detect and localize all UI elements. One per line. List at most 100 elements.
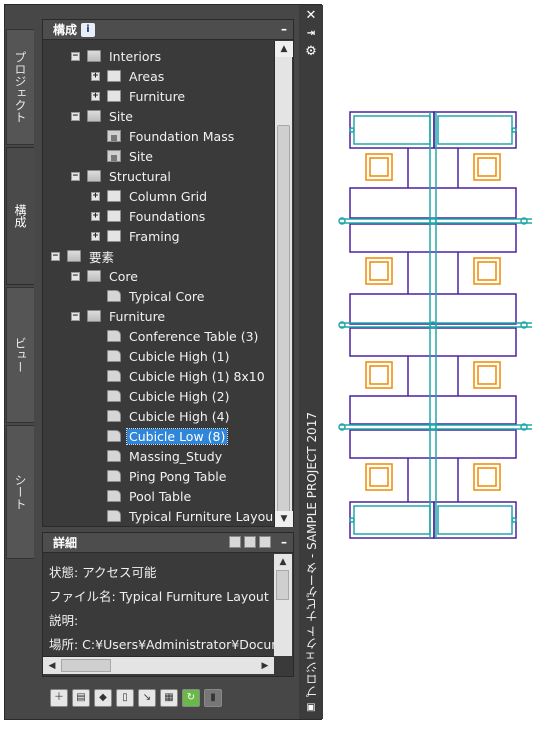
tab-views[interactable]: ビュー (6, 287, 34, 423)
folder-icon (107, 90, 121, 102)
tree-item-label: Foundations (129, 208, 206, 224)
tree-item-label: Cubicle High (1) 8x10 (129, 368, 265, 384)
detail-description: 説明: (49, 613, 79, 628)
scroll-thumb[interactable] (277, 125, 290, 515)
menu-icon[interactable]: ▣ (304, 701, 318, 715)
folder-open-icon (87, 310, 101, 322)
expand-icon[interactable]: + (91, 191, 100, 201)
tree-item[interactable]: + Furniture (91, 87, 187, 105)
element-icon (107, 490, 121, 502)
minimize-icon[interactable]: – (281, 22, 287, 36)
close-drawing-icon[interactable]: ▮ (204, 689, 222, 707)
detail-filename: ファイル名: Typical Furniture Layout (49, 589, 269, 604)
tree-item-label: Cubicle High (4) (129, 408, 230, 424)
tree-item[interactable]: − Site (71, 107, 135, 125)
tree-item[interactable]: Conference Table (3) (91, 327, 260, 345)
tree-item-label: Site (129, 148, 153, 164)
repath-icon[interactable]: ↘ (138, 689, 156, 707)
scroll-thumb[interactable] (276, 570, 289, 600)
scroll-up-icon[interactable]: ▲ (275, 554, 291, 570)
tab-project[interactable]: プロジェクト (6, 29, 34, 145)
tree-item[interactable]: − Furniture (71, 307, 167, 325)
tree-item[interactable]: Pool Table (91, 487, 193, 505)
scroll-thumb[interactable] (61, 659, 111, 672)
preview-icon[interactable] (229, 536, 241, 548)
info-icon[interactable]: i (81, 22, 96, 37)
tree-item[interactable]: + Column Grid (91, 187, 209, 205)
tree-item-label: Furniture (129, 88, 186, 104)
details-view-icon[interactable] (244, 536, 256, 548)
properties-icon[interactable]: ▦ (160, 689, 178, 707)
tab-constructs[interactable]: 構成 (6, 147, 34, 285)
expand-icon[interactable]: + (91, 91, 100, 101)
title-strip: ✕ ⇥ ⚙ プロジェクト ナビゲータ - SAMPLE PROJECT 2017… (299, 5, 323, 719)
tree-item[interactable]: Cubicle High (1) (91, 347, 231, 365)
tree-item[interactable]: Cubicle High (1) 8x10 (91, 367, 267, 385)
tab-sheets[interactable]: シート (6, 425, 34, 559)
construct-icon (107, 130, 121, 142)
scroll-right-icon[interactable]: ▶ (257, 658, 273, 674)
folder-open-icon (67, 250, 81, 262)
tree-item[interactable]: + Framing (91, 227, 182, 245)
element-icon (107, 370, 121, 382)
tree-item[interactable]: Typical Core (91, 287, 206, 305)
expand-icon[interactable]: + (91, 71, 100, 81)
minimize-icon[interactable]: – (281, 535, 287, 549)
scroll-down-icon[interactable]: ▼ (275, 511, 293, 527)
bottom-toolbar: ＋ ▤ ◆ ▯ ↘ ▦ ↻ ▮ (42, 683, 294, 713)
detail-vertical-scrollbar[interactable]: ▲ (274, 554, 292, 656)
tree-item-label: Core (109, 268, 138, 284)
tree-item[interactable]: Cubicle High (4) (91, 407, 231, 425)
collapse-icon[interactable]: − (71, 111, 80, 121)
thumbnail-icon[interactable] (259, 536, 271, 548)
tree-item-label: Areas (129, 68, 165, 84)
collapse-icon[interactable]: − (51, 251, 60, 261)
collapse-icon[interactable]: − (71, 51, 80, 61)
tree-vertical-scrollbar[interactable]: ▲ ▼ (274, 41, 293, 527)
tree-item[interactable]: Ping Pong Table (91, 467, 228, 485)
tree-item[interactable]: − 要素 (51, 247, 116, 265)
collapse-icon[interactable]: − (71, 271, 80, 281)
scroll-up-icon[interactable]: ▲ (275, 41, 293, 57)
tree-item[interactable]: + Areas (91, 67, 166, 85)
add-category-icon[interactable]: ＋ (50, 689, 68, 707)
auto-hide-icon[interactable]: ⇥ (304, 27, 318, 41)
new-construct-icon[interactable]: ▤ (72, 689, 90, 707)
structure-panel-title: 構成 (53, 23, 78, 37)
detail-panel: 詳細 – 状態: アクセス可能 ファイル名: Typical Furniture… (42, 532, 294, 677)
tree-item-label: Massing_Study (129, 448, 223, 464)
folder-open-icon (87, 270, 101, 282)
folder-icon (107, 210, 121, 222)
tree-item-label: 要素 (89, 249, 115, 265)
refresh-icon[interactable]: ↻ (182, 689, 200, 707)
clipboard-icon[interactable]: ▯ (116, 689, 134, 707)
tree-item[interactable]: Cubicle Low (8) (91, 427, 229, 445)
expand-icon[interactable]: + (91, 211, 100, 221)
construct-icon (107, 150, 121, 162)
tree-item[interactable]: Site (91, 147, 155, 165)
tree-item[interactable]: − Structural (71, 167, 173, 185)
tree-item[interactable]: Cubicle High (2) (91, 387, 231, 405)
tree-item-label: Site (109, 108, 133, 124)
settings-icon[interactable]: ⚙ (304, 45, 318, 59)
tree-item[interactable]: Foundation Mass (91, 127, 236, 145)
tree-item[interactable]: − Core (71, 267, 140, 285)
tree-item[interactable]: + Foundations (91, 207, 207, 225)
tree-item[interactable]: Massing_Study (91, 447, 224, 465)
structure-panel-header: 構成 i – (43, 20, 293, 40)
detail-horizontal-scrollbar[interactable]: ◀ ▶ (43, 656, 274, 674)
expand-icon[interactable]: + (91, 231, 100, 241)
tree-item-label: Foundation Mass (129, 128, 235, 144)
folder-icon (107, 190, 121, 202)
project-navigator-palette: プロジェクト 構成 ビュー シート 構成 i – − Interiors + Area… (4, 4, 323, 720)
close-icon[interactable]: ✕ (304, 9, 318, 23)
folder-icon (107, 230, 121, 242)
new-element-icon[interactable]: ◆ (94, 689, 112, 707)
collapse-icon[interactable]: − (71, 311, 80, 321)
tree-item[interactable]: Typical Furniture Layout (91, 507, 273, 525)
element-icon (107, 410, 121, 422)
tree-item[interactable]: − Interiors (71, 47, 163, 65)
collapse-icon[interactable]: − (71, 171, 80, 181)
scroll-left-icon[interactable]: ◀ (44, 658, 60, 674)
element-icon (107, 450, 121, 462)
